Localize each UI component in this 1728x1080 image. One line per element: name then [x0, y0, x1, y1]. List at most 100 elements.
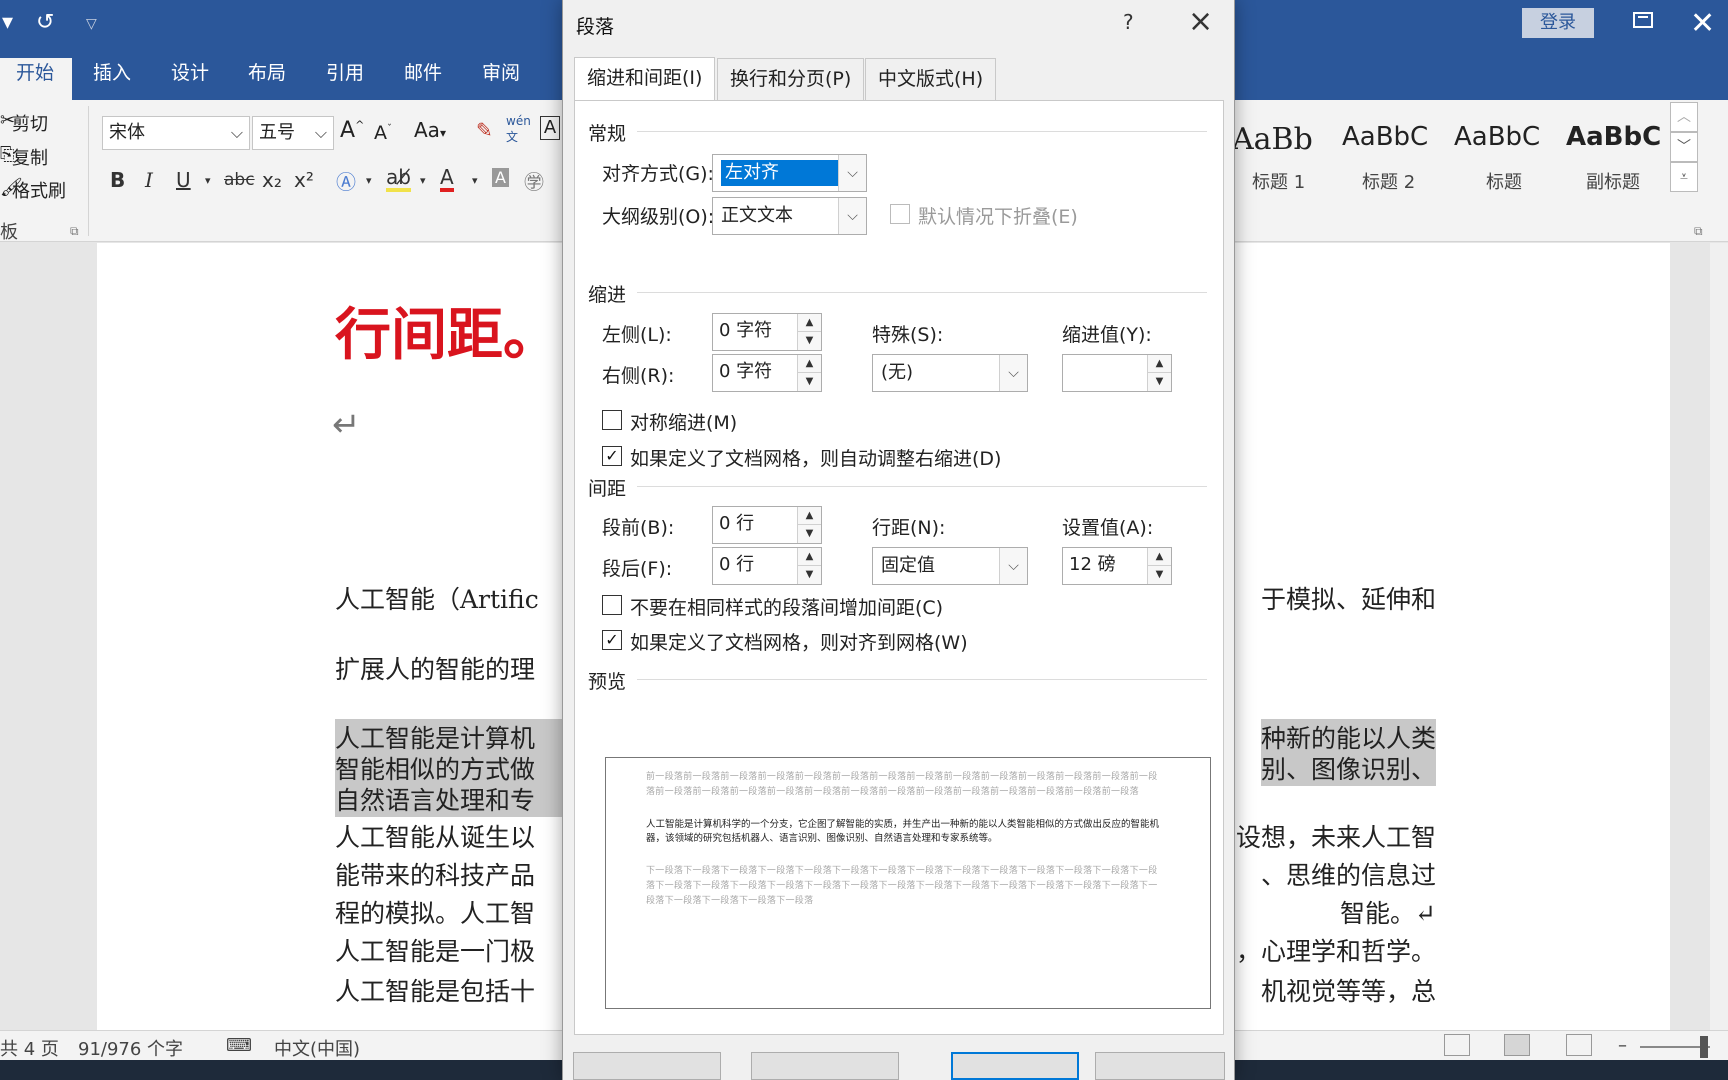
- tab-references[interactable]: 引用: [326, 58, 364, 100]
- spin-up-icon[interactable]: ▲: [797, 548, 821, 566]
- customize-qat-icon[interactable]: ▽: [86, 16, 97, 32]
- clipboard-launcher-icon[interactable]: ⧉: [70, 224, 79, 239]
- highlight-color-icon[interactable]: ab̸: [386, 166, 411, 192]
- alignment-select[interactable]: 左对齐 ⌵: [712, 154, 867, 192]
- word-count[interactable]: 91/976 个字: [78, 1035, 183, 1061]
- font-color-dropdown-icon[interactable]: ▾: [472, 174, 478, 187]
- underline-button[interactable]: U: [176, 168, 191, 192]
- spin-down-icon[interactable]: ▼: [1147, 566, 1171, 584]
- zoom-out-icon[interactable]: –: [1618, 1035, 1627, 1056]
- superscript-button[interactable]: x²: [294, 168, 314, 192]
- spacing-before-spinner[interactable]: 0 行 ▲ ▼: [712, 506, 822, 544]
- font-name-combo[interactable]: 宋体 ⌵: [102, 116, 250, 150]
- style-name-title[interactable]: 标题: [1486, 168, 1522, 194]
- tabs-button[interactable]: [573, 1052, 721, 1080]
- chevron-down-icon[interactable]: ⌵: [838, 198, 866, 234]
- phonetic-guide-icon[interactable]: wén 文: [506, 114, 531, 145]
- bold-button[interactable]: B: [110, 168, 125, 192]
- styles-launcher-icon[interactable]: ⧉: [1694, 224, 1703, 239]
- indent-right-spinner[interactable]: 0 字符 ▲ ▼: [712, 354, 822, 392]
- special-indent-select[interactable]: (无) ⌵: [872, 354, 1028, 392]
- undo-dropdown-icon[interactable]: ▾: [2, 10, 13, 35]
- spin-down-icon[interactable]: ▼: [797, 525, 821, 543]
- font-color-button[interactable]: A: [440, 166, 454, 192]
- indent-left-spinner[interactable]: 0 字符 ▲ ▼: [712, 313, 822, 351]
- style-sample-title[interactable]: AaBbC: [1454, 122, 1540, 152]
- style-sample-subtitle[interactable]: AaBbC: [1566, 122, 1661, 152]
- styles-more-icon[interactable]: ⩡: [1670, 162, 1698, 192]
- spin-down-icon[interactable]: ▼: [797, 566, 821, 584]
- web-layout-icon[interactable]: [1566, 1034, 1592, 1056]
- tab-layout[interactable]: 布局: [248, 58, 286, 100]
- chevron-down-icon[interactable]: ⌵: [315, 117, 327, 149]
- styles-scroll-up-icon[interactable]: ︿: [1670, 102, 1698, 132]
- style-name-subtitle[interactable]: 副标题: [1586, 168, 1640, 194]
- read-mode-icon[interactable]: [1444, 1034, 1470, 1056]
- tab-insert[interactable]: 插入: [93, 58, 131, 100]
- redo-icon[interactable]: ↺: [36, 10, 54, 35]
- chevron-down-icon[interactable]: ⌵: [231, 117, 243, 149]
- strikethrough-button[interactable]: abc: [224, 170, 255, 190]
- close-icon[interactable]: ×: [1188, 4, 1213, 39]
- copy-button[interactable]: 复制: [12, 144, 48, 170]
- text-effects-icon[interactable]: Ⓐ: [336, 166, 356, 195]
- indent-by-spinner[interactable]: ▲ ▼: [1062, 354, 1172, 392]
- tab-review[interactable]: 审阅: [482, 58, 520, 100]
- clear-formatting-icon[interactable]: ✎: [476, 118, 493, 142]
- underline-dropdown-icon[interactable]: ▾: [205, 174, 211, 187]
- snap-to-grid-checkbox[interactable]: ✓: [602, 630, 622, 650]
- enclose-characters-icon[interactable]: ㊫: [524, 166, 544, 195]
- print-layout-icon[interactable]: [1504, 1034, 1530, 1056]
- outline-level-select[interactable]: 正文文本 ⌵: [712, 197, 867, 235]
- tab-indents-spacing[interactable]: 缩进和间距(I): [574, 57, 716, 101]
- format-painter-button[interactable]: 格式刷: [12, 177, 66, 203]
- font-size-combo[interactable]: 五号 ⌵: [252, 116, 334, 150]
- cancel-button[interactable]: [1095, 1052, 1225, 1080]
- tab-line-page-breaks[interactable]: 换行和分页(P): [717, 58, 865, 100]
- chevron-down-icon[interactable]: ⌵: [999, 355, 1027, 391]
- styles-scroll-down-icon[interactable]: ﹀: [1670, 132, 1698, 162]
- style-name-heading2[interactable]: 标题 2: [1362, 168, 1415, 194]
- highlight-dropdown-icon[interactable]: ▾: [420, 174, 426, 187]
- spin-down-icon[interactable]: ▼: [1147, 373, 1171, 391]
- zoom-slider-thumb[interactable]: [1700, 1036, 1708, 1058]
- help-button[interactable]: ?: [1123, 10, 1134, 34]
- change-case-button[interactable]: Aa▾: [414, 118, 446, 142]
- ok-button[interactable]: [951, 1052, 1079, 1080]
- spin-down-icon[interactable]: ▼: [797, 373, 821, 391]
- mirror-indents-checkbox[interactable]: [602, 410, 622, 430]
- italic-button[interactable]: I: [145, 168, 153, 192]
- set-as-default-button[interactable]: [751, 1052, 899, 1080]
- spin-up-icon[interactable]: ▲: [797, 355, 821, 373]
- ribbon-display-options-icon[interactable]: [1633, 12, 1653, 28]
- auto-adjust-right-indent-checkbox[interactable]: ✓: [602, 446, 622, 466]
- character-shading-icon[interactable]: A: [492, 168, 509, 187]
- collapse-default-checkbox[interactable]: [890, 204, 910, 224]
- line-spacing-select[interactable]: 固定值 ⌵: [872, 547, 1028, 585]
- language-status[interactable]: 中文(中国): [274, 1035, 360, 1061]
- character-border-icon[interactable]: A: [540, 116, 560, 140]
- spin-up-icon[interactable]: ▲: [1147, 548, 1171, 566]
- style-name-heading1[interactable]: 标题 1: [1252, 168, 1305, 194]
- style-sample-heading2[interactable]: AaBbC: [1342, 122, 1428, 152]
- shrink-font-icon[interactable]: Aˇ: [374, 122, 392, 144]
- tab-home[interactable]: 开始: [0, 58, 72, 100]
- spacing-after-spinner[interactable]: 0 行 ▲ ▼: [712, 547, 822, 585]
- spin-down-icon[interactable]: ▼: [797, 332, 821, 350]
- dont-add-space-checkbox[interactable]: [602, 595, 622, 615]
- chevron-down-icon[interactable]: ⌵: [838, 155, 866, 191]
- login-button[interactable]: 登录: [1522, 8, 1594, 38]
- proofing-icon[interactable]: ⌨: [226, 1035, 252, 1056]
- spin-up-icon[interactable]: ▲: [797, 507, 821, 525]
- page-count[interactable]: 共 4 页: [0, 1035, 59, 1061]
- vertical-scrollbar[interactable]: [1710, 243, 1728, 1030]
- spacing-at-spinner[interactable]: 12 磅 ▲ ▼: [1062, 547, 1172, 585]
- spin-up-icon[interactable]: ▲: [1147, 355, 1171, 373]
- tab-mailings[interactable]: 邮件: [404, 58, 442, 100]
- text-effects-dropdown-icon[interactable]: ▾: [366, 174, 372, 187]
- grow-font-icon[interactable]: A^: [340, 118, 364, 143]
- tab-design[interactable]: 设计: [171, 58, 209, 100]
- style-sample-heading1[interactable]: AaBb: [1232, 122, 1313, 157]
- spin-up-icon[interactable]: ▲: [797, 314, 821, 332]
- subscript-button[interactable]: x₂: [262, 168, 282, 192]
